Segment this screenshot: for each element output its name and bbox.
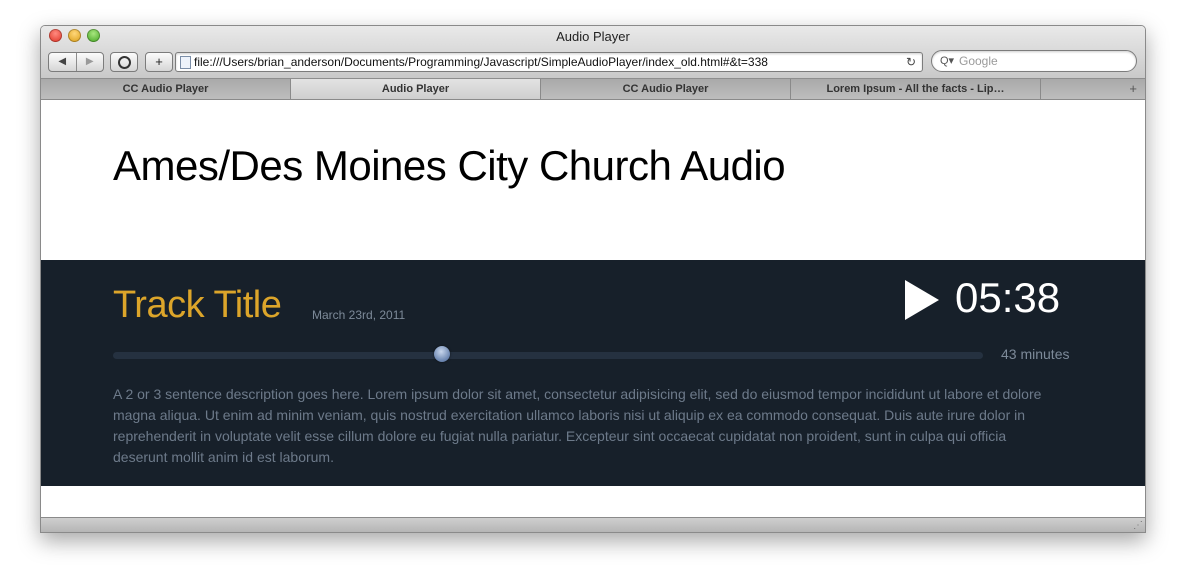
- new-tab-button[interactable]: +: [145, 52, 173, 72]
- window-title: Audio Player: [556, 29, 630, 44]
- search-placeholder: Google: [959, 54, 998, 68]
- time-display: 05:38: [955, 274, 1061, 321]
- audio-player: Track Title March 23rd, 2011 05:38 43 mi…: [41, 260, 1145, 486]
- track-date: March 23rd, 2011: [312, 308, 406, 322]
- url-text[interactable]: file:///Users/brian_anderson/Documents/P…: [194, 53, 768, 71]
- page-title: Ames/Des Moines City Church Audio: [113, 142, 786, 189]
- tab-cc-audio-player-1[interactable]: CC Audio Player: [41, 79, 291, 99]
- search-field[interactable]: Q▾ Google: [931, 50, 1137, 72]
- address-bar[interactable]: file:///Users/brian_anderson/Documents/P…: [175, 52, 923, 72]
- history-navigation: ◀ ▶: [48, 52, 104, 72]
- play-button[interactable]: [905, 280, 939, 320]
- toggle-bookmarks-button[interactable]: [110, 52, 138, 72]
- tab-lorem-ipsum[interactable]: Lorem Ipsum - All the facts - Lip…: [791, 79, 1041, 99]
- page-content: Ames/Des Moines City Church Audio Track …: [41, 100, 1145, 516]
- search-icon[interactable]: Q▾: [940, 51, 954, 71]
- bookmarks-icon: [117, 56, 131, 70]
- forward-button[interactable]: ▶: [75, 53, 104, 71]
- resize-grip-icon[interactable]: ⋰: [1133, 520, 1143, 531]
- track-description: A 2 or 3 sentence description goes here.…: [113, 386, 1042, 465]
- tab-audio-player[interactable]: Audio Player: [291, 79, 541, 99]
- track-title: Track Title: [113, 284, 282, 326]
- progress-knob[interactable]: [433, 346, 450, 362]
- status-bar: ⋰: [41, 517, 1145, 532]
- reload-button[interactable]: ↻: [906, 53, 916, 71]
- tab-bar: CC Audio Player Audio Player CC Audio Pl…: [41, 79, 1145, 100]
- back-button[interactable]: ◀: [49, 53, 76, 71]
- add-tab-button[interactable]: +: [1041, 79, 1145, 99]
- browser-toolbar: Audio Player ◀ ▶ + file:///Users/brian_a…: [41, 26, 1145, 79]
- track-duration: 43 minutes: [1001, 346, 1070, 362]
- page-icon: [180, 56, 191, 69]
- tab-cc-audio-player-2[interactable]: CC Audio Player: [541, 79, 791, 99]
- browser-window: Audio Player ◀ ▶ + file:///Users/brian_a…: [40, 25, 1146, 533]
- progress-slider[interactable]: [113, 346, 983, 362]
